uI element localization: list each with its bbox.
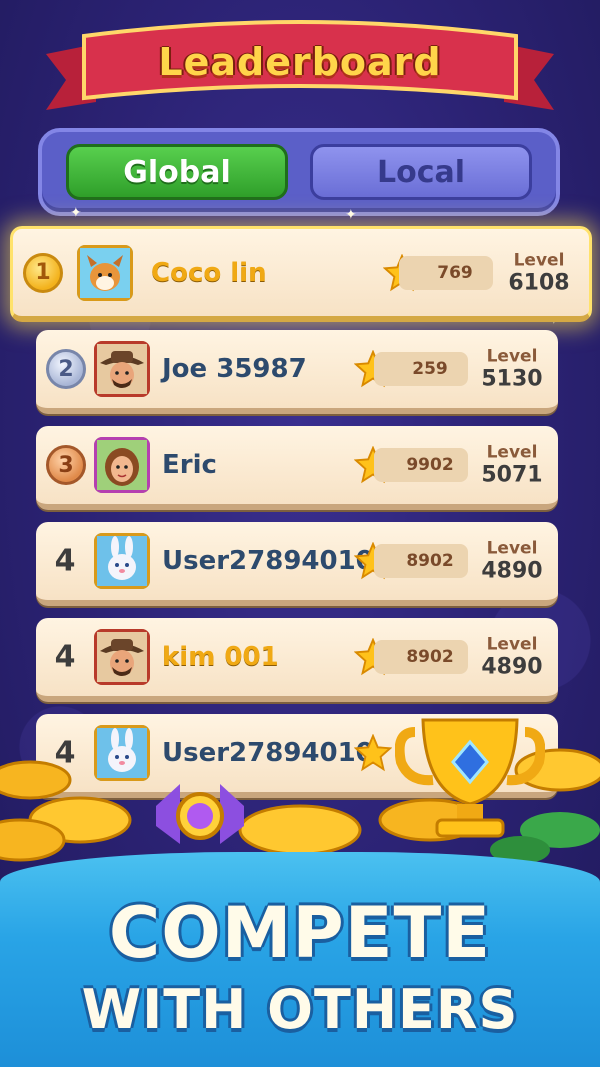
tab-global[interactable]: Global xyxy=(66,144,288,200)
level-value: 4890 xyxy=(481,654,543,680)
star-score: 9902 xyxy=(374,448,468,482)
level-block: Level 6108 xyxy=(503,250,575,295)
player-name: Joe 35987 xyxy=(162,354,307,384)
leaderboard-row-4[interactable]: 4 User27894010 8902 Level 4890 xyxy=(36,522,558,606)
level-label: Level xyxy=(513,250,565,270)
level-block: Level 4890 xyxy=(476,539,548,584)
leaderboard-row-3[interactable]: 3 Eric 9902 Level 5071 xyxy=(36,426,558,510)
star-score: 8902 xyxy=(374,544,468,578)
promo-subheadline: WITH OTHERS xyxy=(81,978,519,1041)
level-value: 5071 xyxy=(481,462,543,488)
star-score: 8902 xyxy=(374,640,468,674)
tab-bar: Global Local xyxy=(38,128,560,216)
leaderboard-banner: Leaderboard xyxy=(36,14,564,118)
level-value: 6108 xyxy=(508,270,570,295)
player-name: kim 001 xyxy=(162,642,279,672)
rank-number: 4 xyxy=(54,543,76,579)
level-label: Level xyxy=(486,346,538,367)
level-block: Level 5071 xyxy=(476,443,548,488)
promo-headline: COMPETE xyxy=(108,892,492,974)
player-name: Eric xyxy=(162,450,217,480)
silver-medal-icon: 2 xyxy=(46,349,86,389)
level-value: 4890 xyxy=(481,558,543,584)
cowboy-avatar xyxy=(94,341,150,397)
star-score: 769 xyxy=(399,255,493,290)
level-value: 5130 xyxy=(481,366,543,392)
level-label: Level xyxy=(486,442,538,463)
player-name: User27894010 xyxy=(162,546,374,576)
gold-medal-icon: 1 xyxy=(23,252,63,293)
level-block: Level 5130 xyxy=(476,347,548,392)
bronze-medal-icon: 3 xyxy=(46,445,86,485)
trophy-icon xyxy=(395,718,545,838)
level-label: Level xyxy=(486,538,538,559)
sparkle-icon: ✦ xyxy=(345,207,357,223)
player-name: Coco lin xyxy=(151,257,267,288)
bunny-avatar xyxy=(94,533,150,589)
girl-avatar xyxy=(94,437,150,493)
cowboy-avatar xyxy=(94,629,150,685)
sparkle-icon: ✦ xyxy=(70,205,82,221)
star-score: 259 xyxy=(374,352,468,386)
gem-token-icon xyxy=(156,784,244,844)
page-title: Leaderboard xyxy=(158,40,442,84)
level-block: Level 4890 xyxy=(476,635,548,680)
dog-avatar xyxy=(77,245,133,301)
rank-number: 4 xyxy=(54,639,76,675)
level-label: Level xyxy=(486,634,538,655)
leaderboard-row-2[interactable]: 2 Joe 35987 259 Level 5130 xyxy=(36,330,558,414)
leaderboard-row-5[interactable]: 4 kim 001 8902 Level 4890 xyxy=(36,618,558,702)
tab-local[interactable]: Local xyxy=(310,144,532,200)
leaderboard-row-1[interactable]: 1 Coco lin 769 Level 6108 xyxy=(10,226,592,322)
